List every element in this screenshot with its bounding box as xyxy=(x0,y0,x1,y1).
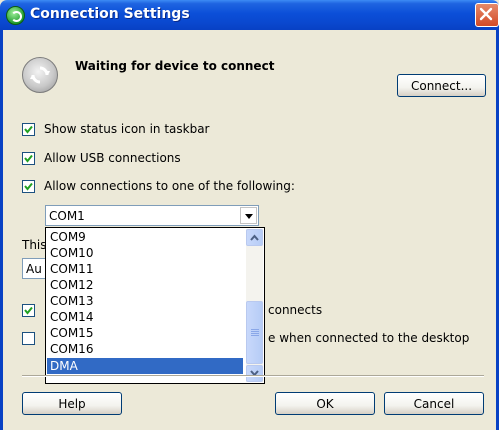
grip-line xyxy=(251,329,259,330)
dropdown-scrollbar[interactable] xyxy=(246,229,263,382)
checkmark-icon xyxy=(24,306,33,315)
allow-connections-checkbox[interactable] xyxy=(22,180,35,193)
list-item[interactable]: COM10 xyxy=(47,245,245,261)
help-button-label: Help xyxy=(58,396,86,411)
window-title: Connection Settings xyxy=(30,6,190,22)
cancel-button-label: Cancel xyxy=(413,396,455,411)
port-combo-value: COM1 xyxy=(49,209,85,223)
port-combo-box[interactable]: COM1 xyxy=(45,205,259,226)
partial-label: This xyxy=(22,238,47,252)
connect-button-label: Connect... xyxy=(410,78,473,93)
combo-dropdown-arrow-icon[interactable] xyxy=(240,207,257,224)
list-item[interactable]: COM16 xyxy=(47,341,245,357)
mode-select-value: Au xyxy=(26,262,42,276)
title-bar[interactable]: Connection Settings xyxy=(0,0,499,30)
list-item-selected[interactable]: DMA xyxy=(47,358,243,374)
grip-line xyxy=(251,335,259,336)
allow-usb-checkbox[interactable] xyxy=(22,152,35,165)
close-icon xyxy=(479,7,493,21)
ok-button-label: OK xyxy=(316,396,334,411)
allow-connections-label: Allow connections to one of the followin… xyxy=(44,179,295,193)
list-item[interactable]: COM15 xyxy=(47,325,245,341)
scroll-down-button[interactable] xyxy=(246,365,263,382)
connection-settings-dialog: Connection Settings Waiting for device t… xyxy=(0,0,499,430)
sync-app-icon xyxy=(6,6,25,25)
checkmark-icon xyxy=(24,154,33,163)
list-item[interactable]: COM14 xyxy=(47,309,245,325)
show-status-icon-label: Show status icon in taskbar xyxy=(44,122,210,136)
allow-usb-label: Allow USB connections xyxy=(44,151,181,165)
ok-button[interactable]: OK xyxy=(275,392,375,415)
option-5-label-fragment: e when connected to the desktop xyxy=(268,331,470,345)
checkmark-icon xyxy=(24,125,33,134)
show-status-icon-checkbox[interactable] xyxy=(22,123,35,136)
checkmark-icon xyxy=(24,182,33,191)
help-button[interactable]: Help xyxy=(22,392,122,415)
footer-separator xyxy=(22,375,484,377)
option-checkbox-5[interactable] xyxy=(22,332,35,345)
chevron-up-icon xyxy=(250,234,259,241)
option-4-label-fragment: connects xyxy=(268,303,323,317)
sync-status-icon xyxy=(22,57,58,93)
list-item[interactable]: COM13 xyxy=(47,293,245,309)
close-button[interactable] xyxy=(475,3,499,27)
scroll-up-button[interactable] xyxy=(246,229,263,246)
list-item[interactable]: COM9 xyxy=(47,229,245,245)
grip-line xyxy=(251,333,259,334)
list-item[interactable]: COM12 xyxy=(47,277,245,293)
connect-button[interactable]: Connect... xyxy=(397,74,486,97)
option-checkbox-4[interactable] xyxy=(22,304,35,317)
list-item[interactable]: COM11 xyxy=(47,261,245,277)
grip-line xyxy=(251,331,259,332)
window-frame-left xyxy=(0,30,3,430)
connection-status-text: Waiting for device to connect xyxy=(75,59,275,73)
port-dropdown-list[interactable]: COM9 COM10 COM11 COM12 COM13 COM14 COM15… xyxy=(45,227,265,384)
cancel-button[interactable]: Cancel xyxy=(384,392,484,415)
scroll-thumb[interactable] xyxy=(246,301,263,364)
